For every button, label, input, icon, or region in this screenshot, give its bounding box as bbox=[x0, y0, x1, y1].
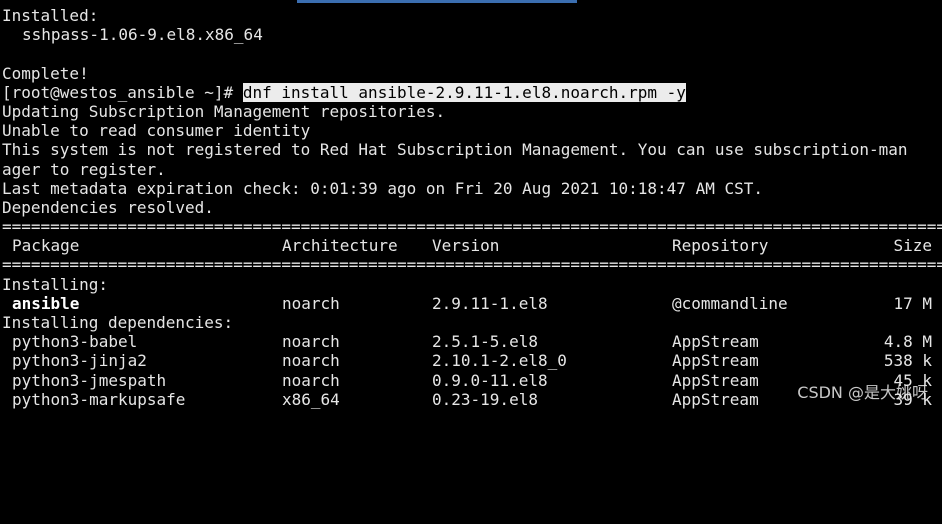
package-arch: x86_64 bbox=[282, 389, 340, 409]
not-registered-message-2: ager to register. bbox=[2, 159, 166, 179]
not-registered-message-1: This system is not registered to Red Hat… bbox=[2, 140, 908, 160]
selected-command[interactable]: dnf install ansible-2.9.11-1.el8.noarch.… bbox=[242, 82, 686, 102]
table-header-row: Package Architecture Version Repository … bbox=[2, 236, 942, 255]
active-tab-indicator bbox=[297, 0, 577, 3]
package-size: 17 M bbox=[893, 293, 932, 313]
section-installing: Installing: bbox=[2, 274, 108, 294]
table-rule-top: ========================================… bbox=[2, 217, 942, 237]
table-row: python3-babel noarch 2.5.1-5.el8 AppStre… bbox=[2, 332, 942, 351]
package-name: ansible bbox=[12, 293, 80, 313]
csdn-watermark: CSDN @是大姚呀 bbox=[797, 383, 928, 402]
header-size: Size bbox=[893, 236, 932, 256]
package-name: python3-jinja2 bbox=[12, 351, 147, 371]
package-version: 0.9.0-11.el8 bbox=[432, 370, 548, 390]
shell-prompt: [root@westos_ansible ~]# bbox=[2, 82, 243, 102]
header-repository: Repository bbox=[672, 236, 769, 256]
metadata-message: Last metadata expiration check: 0:01:39 … bbox=[2, 178, 763, 198]
package-name: python3-markupsafe bbox=[12, 389, 186, 409]
table-rule-mid: ========================================… bbox=[2, 255, 942, 275]
table-row: python3-jinja2 noarch 2.10.1-2.el8_0 App… bbox=[2, 351, 942, 370]
unable-message: Unable to read consumer identity bbox=[2, 121, 311, 141]
package-repo: AppStream bbox=[672, 351, 759, 371]
package-arch: noarch bbox=[282, 351, 340, 371]
section-dependencies: Installing dependencies: bbox=[2, 313, 234, 332]
package-arch: noarch bbox=[282, 293, 340, 313]
package-size: 538 k bbox=[883, 351, 932, 371]
updating-message: Updating Subscription Management reposit… bbox=[2, 101, 446, 121]
package-repo: AppStream bbox=[672, 370, 759, 390]
terminal-output[interactable]: Installed: sshpass-1.06-9.el8.x86_64 Com… bbox=[2, 6, 942, 409]
package-version: 2.9.11-1.el8 bbox=[432, 293, 548, 313]
command-line: [root@westos_ansible ~]# dnf install ans… bbox=[2, 82, 942, 102]
installed-package: sshpass-1.06-9.el8.x86_64 bbox=[22, 25, 263, 45]
package-name: python3-babel bbox=[12, 332, 138, 352]
package-repo: AppStream bbox=[672, 389, 759, 409]
table-row: ansible noarch 2.9.11-1.el8 @commandline… bbox=[2, 294, 942, 313]
package-version: 0.23-19.el8 bbox=[432, 389, 538, 409]
complete-message: Complete! bbox=[2, 63, 89, 83]
package-arch: noarch bbox=[282, 332, 340, 352]
package-repo: AppStream bbox=[672, 332, 759, 352]
package-name: python3-jmespath bbox=[12, 370, 167, 390]
header-architecture: Architecture bbox=[282, 236, 398, 256]
package-arch: noarch bbox=[282, 370, 340, 390]
package-repo: @commandline bbox=[672, 293, 788, 313]
header-package: Package bbox=[12, 236, 80, 256]
package-size: 4.8 M bbox=[883, 332, 932, 352]
deps-resolved-message: Dependencies resolved. bbox=[2, 197, 214, 217]
installed-header: Installed: bbox=[2, 6, 99, 25]
header-version: Version bbox=[432, 236, 500, 256]
package-version: 2.10.1-2.el8_0 bbox=[432, 351, 567, 371]
package-version: 2.5.1-5.el8 bbox=[432, 332, 538, 352]
